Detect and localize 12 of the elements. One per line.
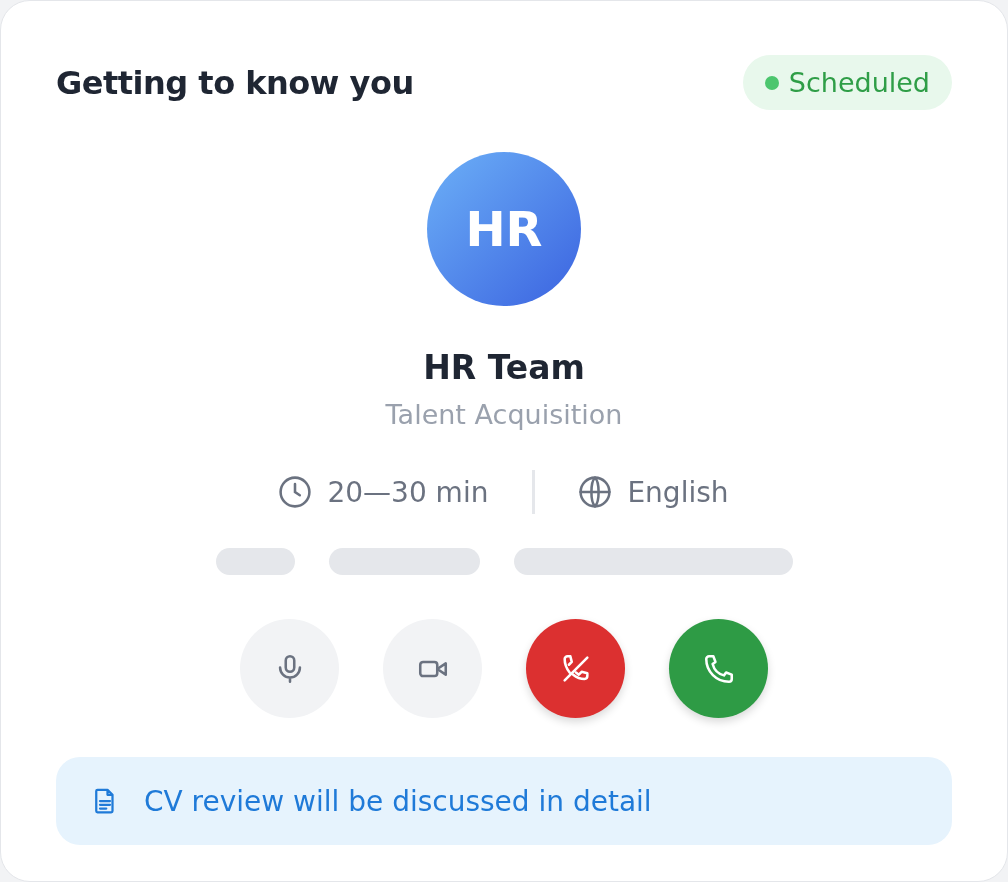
note-text: CV review will be discussed in detail bbox=[144, 784, 652, 818]
contact-name: HR Team bbox=[423, 348, 585, 387]
contact-role: Talent Acquisition bbox=[385, 399, 623, 430]
language-label: English bbox=[627, 475, 729, 509]
duration-label: 20—30 min bbox=[327, 475, 489, 509]
avatar: HR bbox=[427, 152, 581, 306]
globe-icon bbox=[579, 476, 612, 508]
decline-call-button[interactable] bbox=[526, 619, 625, 718]
clock-icon bbox=[279, 476, 312, 508]
accept-call-button[interactable] bbox=[669, 619, 768, 718]
card-title: Getting to know you bbox=[56, 63, 414, 102]
status-badge: Scheduled bbox=[742, 55, 952, 110]
